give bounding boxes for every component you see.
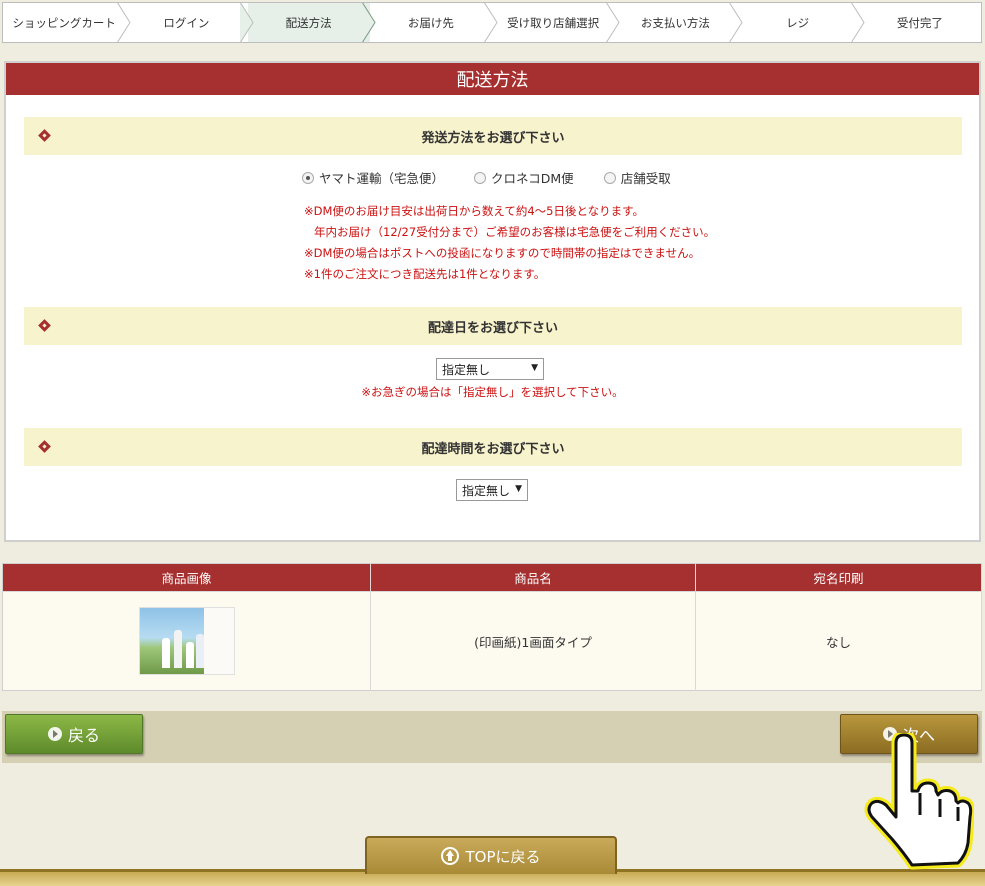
radio-kuroneko-dm[interactable]: クロネコDM便 bbox=[474, 168, 574, 187]
column-header: 商品名 bbox=[370, 563, 696, 592]
step-payment: お支払い方法 bbox=[614, 3, 743, 42]
step-label: ショッピングカート bbox=[12, 15, 116, 30]
step-complete: 受付完了 bbox=[859, 3, 981, 42]
chevron-right-icon bbox=[606, 3, 620, 42]
chevron-right-icon bbox=[484, 3, 498, 42]
date-hint: ※お急ぎの場合は「指定無し」を選択して下さい。 bbox=[361, 385, 624, 399]
action-bar: 戻る 次へ bbox=[2, 711, 982, 763]
hand-pointer-icon bbox=[864, 733, 974, 870]
step-label: 受付完了 bbox=[896, 15, 943, 30]
column-header: 商品画像 bbox=[2, 563, 371, 592]
column-header: 宛名印刷 bbox=[695, 563, 982, 592]
select-value: 指定無し bbox=[462, 483, 511, 498]
back-to-top-button[interactable]: TOPに戻る bbox=[365, 836, 617, 874]
note-line: ※1件のご注文につき配送先は1件となります。 bbox=[304, 267, 546, 281]
product-table: 商品画像 商品名 宛名印刷 (印画紙)1画面タイプ なし bbox=[2, 563, 982, 691]
address-print-value: なし bbox=[695, 591, 982, 691]
shipping-notes: ※DM便のお届け目安は出荷日から数えて約4〜5日後となります。 年内お届け（12… bbox=[304, 201, 715, 285]
shipping-method-options: ヤマト運輸（宅急便） クロネコDM便 店舗受取 bbox=[302, 168, 701, 187]
panel-title: 配送方法 bbox=[6, 63, 979, 95]
section-header-method: 発送方法をお選び下さい bbox=[24, 117, 962, 155]
product-thumbnail bbox=[138, 607, 235, 675]
note-line: ※DM便のお届け目安は出荷日から数えて約4〜5日後となります。 bbox=[304, 204, 644, 218]
table-header-row: 商品画像 商品名 宛名印刷 bbox=[2, 563, 982, 592]
step-label: ログイン bbox=[163, 15, 210, 30]
section-heading: 配達時間をお選び下さい bbox=[421, 441, 565, 457]
diamond-icon bbox=[38, 440, 51, 453]
back-label: 戻る bbox=[67, 726, 100, 745]
step-label: 配送方法 bbox=[285, 15, 332, 30]
chevron-right-icon bbox=[728, 3, 743, 42]
arrow-up-circle-icon bbox=[441, 847, 460, 865]
radio-label: 店舗受取 bbox=[620, 171, 671, 186]
radio-unchecked-icon[interactable] bbox=[603, 171, 616, 184]
step-label: 受け取り店舗選択 bbox=[507, 15, 600, 30]
chevron-right-icon bbox=[850, 3, 865, 42]
dropdown-arrow-icon: ▼ bbox=[531, 363, 538, 373]
delivery-time-select[interactable]: 指定無し ▼ bbox=[456, 479, 528, 501]
section-heading: 配達日をお選び下さい bbox=[427, 320, 558, 336]
section-header-date: 配達日をお選び下さい bbox=[24, 307, 962, 345]
section-header-time: 配達時間をお選び下さい bbox=[24, 428, 962, 466]
step-cart: ショッピングカート bbox=[3, 3, 131, 42]
diamond-icon bbox=[38, 129, 51, 142]
step-login: ログイン bbox=[125, 3, 254, 42]
select-value: 指定無し bbox=[442, 362, 491, 377]
dropdown-arrow-icon: ▼ bbox=[515, 484, 522, 494]
shipping-panel: 配送方法 発送方法をお選び下さい ヤマト運輸（宅急便） クロネコDM便 店舗受取… bbox=[4, 61, 981, 542]
table-row: (印画紙)1画面タイプ なし bbox=[2, 591, 982, 691]
play-circle-icon bbox=[47, 727, 62, 741]
step-register: レジ bbox=[737, 3, 865, 42]
product-name: (印画紙)1画面タイプ bbox=[370, 591, 696, 691]
step-store-pickup: 受け取り店舗選択 bbox=[492, 3, 620, 42]
step-label: お届け先 bbox=[407, 15, 454, 30]
checkout-steps: ショッピングカート ログイン 配送方法 お届け先 受け取り店舗選択 お支払い方法… bbox=[2, 2, 982, 43]
radio-label: クロネコDM便 bbox=[491, 171, 574, 186]
product-image-cell bbox=[2, 591, 371, 691]
chevron-right-icon bbox=[239, 3, 254, 42]
note-line: 年内お届け（12/27受付分まで）ご希望のお客様は宅急便をご利用ください。 bbox=[314, 225, 716, 239]
step-destination: お届け先 bbox=[370, 3, 498, 42]
step-shipping-method: 配送方法 bbox=[247, 3, 376, 42]
radio-yamato[interactable]: ヤマト運輸（宅急便） bbox=[302, 168, 444, 187]
delivery-date-select[interactable]: 指定無し ▼ bbox=[436, 358, 544, 380]
diamond-icon bbox=[38, 319, 51, 332]
step-label: レジ bbox=[786, 15, 810, 30]
radio-unchecked-icon[interactable] bbox=[474, 171, 487, 184]
top-label: TOPに戻る bbox=[465, 847, 541, 866]
section-heading: 発送方法をお選び下さい bbox=[421, 130, 565, 146]
radio-label: ヤマト運輸（宅急便） bbox=[319, 171, 445, 186]
back-button[interactable]: 戻る bbox=[5, 714, 143, 754]
step-label: お支払い方法 bbox=[640, 15, 710, 30]
chevron-right-icon bbox=[117, 3, 131, 42]
note-line: ※DM便の場合はポストへの投函になりますので時間帯の指定はできません。 bbox=[304, 246, 701, 260]
chevron-right-icon bbox=[361, 3, 376, 42]
radio-checked-icon[interactable] bbox=[302, 171, 314, 184]
radio-store-pickup[interactable]: 店舗受取 bbox=[603, 168, 671, 187]
